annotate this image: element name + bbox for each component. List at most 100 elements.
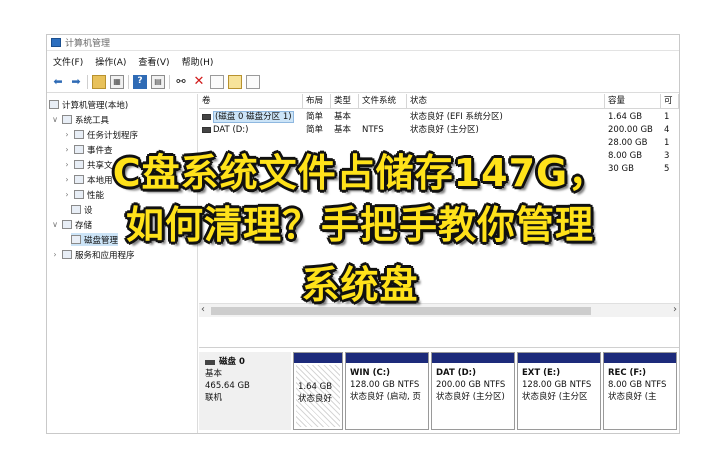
column-header-status[interactable]: 状态 (407, 94, 605, 109)
chevron-right-icon[interactable]: › (63, 190, 71, 199)
partition-size: 128.00 GB NTFS (522, 380, 592, 390)
window-title: 计算机管理 (65, 39, 111, 49)
column-header-filesystem[interactable]: 文件系统 (359, 94, 407, 109)
tree-item-performance[interactable]: › 性能 (63, 188, 104, 201)
disk-state: 联机 (205, 393, 223, 403)
tree-item-system-tools[interactable]: ∨ 系统工具 (51, 113, 109, 126)
menu-action[interactable]: 操作(A) (95, 55, 126, 68)
horizontal-scrollbar[interactable]: ‹ › (199, 303, 679, 317)
volume-name: (磁盘 0 磁盘分区 1) (213, 111, 294, 123)
forward-arrow-icon[interactable]: ➡ (69, 75, 83, 89)
tree-item-local-users[interactable]: › 本地用 (63, 173, 113, 186)
partition-name: EXT (E:) (522, 368, 561, 378)
disk-name: 磁盘 0 (219, 357, 245, 367)
device-manager-icon (71, 205, 81, 214)
menu-bar: 文件(F) 操作(A) 查看(V) 帮助(H) (47, 52, 679, 70)
partition-name: WIN (C:) (350, 368, 391, 378)
partition-e[interactable]: EXT (E:) 128.00 GB NTFS 状态良好 (主分区 (517, 352, 601, 430)
chevron-right-icon[interactable]: › (63, 160, 71, 169)
chevron-right-icon[interactable]: › (63, 145, 71, 154)
volume-free: 1 (664, 112, 670, 122)
volume-free: 1 (664, 138, 670, 148)
export-icon[interactable] (246, 74, 260, 89)
tree-label-root: 计算机管理(本地) (62, 100, 129, 111)
volume-capacity: 1.64 GB (608, 112, 643, 122)
delete-icon[interactable]: ✕ (192, 75, 206, 89)
volume-capacity: 30 GB (608, 164, 634, 174)
partition-status: 状态良好 (启动, 页 (350, 392, 421, 402)
partition-bar (604, 353, 676, 363)
tree-item-services[interactable]: › 服务和应用程序 (51, 248, 135, 261)
disk-type: 基本 (205, 369, 223, 379)
tree-item-task-scheduler[interactable]: › 任务计划程序 (63, 128, 138, 141)
console-icon[interactable]: ▤ (151, 74, 165, 89)
properties-icon[interactable]: ▦ (110, 74, 124, 89)
tree-item-shared-folders[interactable]: › 共享文 (63, 158, 113, 171)
table-row[interactable]: (磁盘 0 磁盘分区 1) 简单 基本 状态良好 (EFI 系统分区) 1.64… (199, 111, 679, 123)
chevron-right-icon[interactable]: › (51, 250, 59, 259)
partition-bar (432, 353, 514, 363)
partition-name: DAT (D:) (436, 368, 476, 378)
volume-icon (202, 126, 211, 133)
chevron-down-icon[interactable]: ∨ (51, 115, 59, 124)
tree-item-disk-management[interactable]: 磁盘管理 (71, 233, 119, 246)
tree-item-device-manager[interactable]: 设 (71, 203, 93, 216)
column-header-free[interactable]: 可 (661, 94, 679, 109)
scrollbar-thumb[interactable] (211, 307, 591, 315)
partition-efi[interactable]: 1.64 GB 状态良好 (293, 352, 343, 430)
open-file-icon[interactable] (228, 74, 242, 89)
disk-management-icon (71, 235, 81, 244)
tree-label-event-viewer: 事件查 (87, 145, 113, 156)
partition-f[interactable]: REC (F:) 8.00 GB NTFS 状态良好 (主 (603, 352, 677, 430)
disk-info[interactable]: 磁盘 0 基本 465.64 GB 联机 (199, 352, 291, 430)
volume-status: 状态良好 (EFI 系统分区) (410, 112, 503, 122)
help-icon[interactable]: ? (133, 74, 147, 89)
partition-status: 状态良好 (298, 394, 333, 404)
tree-item-storage[interactable]: ∨ 存储 (51, 218, 92, 231)
partition-bar (294, 353, 342, 363)
volume-capacity: 28.00 GB (608, 138, 648, 148)
chevron-right-icon[interactable]: › (63, 130, 71, 139)
column-header-layout[interactable]: 布局 (303, 94, 331, 109)
tree-label-local-users: 本地用 (87, 175, 113, 186)
tree-label-system-tools: 系统工具 (75, 115, 110, 126)
table-row[interactable]: DAT (D:) 简单 基本 NTFS 状态良好 (主分区) 200.00 GB… (199, 124, 679, 136)
menu-file[interactable]: 文件(F) (53, 55, 83, 68)
scroll-left-icon[interactable]: ‹ (201, 304, 205, 315)
partition-bar (518, 353, 600, 363)
storage-icon (62, 220, 72, 229)
tree-label-device-manager: 设 (84, 205, 93, 216)
partition-d[interactable]: DAT (D:) 200.00 GB NTFS 状态良好 (主分区) (431, 352, 515, 430)
volume-status: 状态良好 (主分区) (410, 125, 479, 135)
menu-view[interactable]: 查看(V) (138, 55, 169, 68)
table-row[interactable]: 28.00 GB 1 (199, 137, 679, 149)
toolbar-separator (169, 74, 170, 89)
menu-help[interactable]: 帮助(H) (182, 55, 214, 68)
column-header-capacity[interactable]: 容量 (605, 94, 661, 109)
disk-map: 磁盘 0 基本 465.64 GB 联机 1.64 GB 状态良好 WIN (C… (199, 347, 679, 433)
volume-capacity: 200.00 GB (608, 125, 653, 135)
partition-c[interactable]: WIN (C:) 128.00 GB NTFS 状态良好 (启动, 页 (345, 352, 429, 430)
navigation-tree: 计算机管理(本地) ∨ 系统工具 › 任务计划程序 › 事件查 › 共享文 › … (47, 94, 198, 433)
users-icon (74, 175, 84, 184)
chevron-down-icon[interactable]: ∨ (51, 220, 59, 229)
folder-up-icon[interactable] (92, 74, 106, 89)
column-header-volume[interactable]: 卷 (199, 94, 303, 109)
volume-capacity: 8.00 GB (608, 151, 643, 161)
table-row[interactable]: 8.00 GB 3 (199, 150, 679, 162)
partition-bar (346, 353, 428, 363)
table-row[interactable]: 30 GB 5 (199, 163, 679, 175)
tree-item-event-viewer[interactable]: › 事件查 (63, 143, 113, 156)
back-arrow-icon[interactable]: ⬅ (51, 75, 65, 89)
volume-filesystem: NTFS (362, 125, 384, 135)
chevron-right-icon[interactable]: › (63, 175, 71, 184)
connect-icon[interactable]: ⚯ (174, 75, 188, 89)
title-bar: 计算机管理 (47, 35, 679, 51)
column-header-type[interactable]: 类型 (331, 94, 359, 109)
toolbar-separator (128, 74, 129, 89)
check-icon[interactable] (210, 74, 224, 89)
toolbar: ⬅ ➡ ▦ ? ▤ ⚯ ✕ (47, 71, 679, 93)
scroll-right-icon[interactable]: › (673, 304, 677, 315)
tree-item-root[interactable]: 计算机管理(本地) (49, 98, 128, 111)
tree-label-storage: 存储 (75, 220, 93, 231)
